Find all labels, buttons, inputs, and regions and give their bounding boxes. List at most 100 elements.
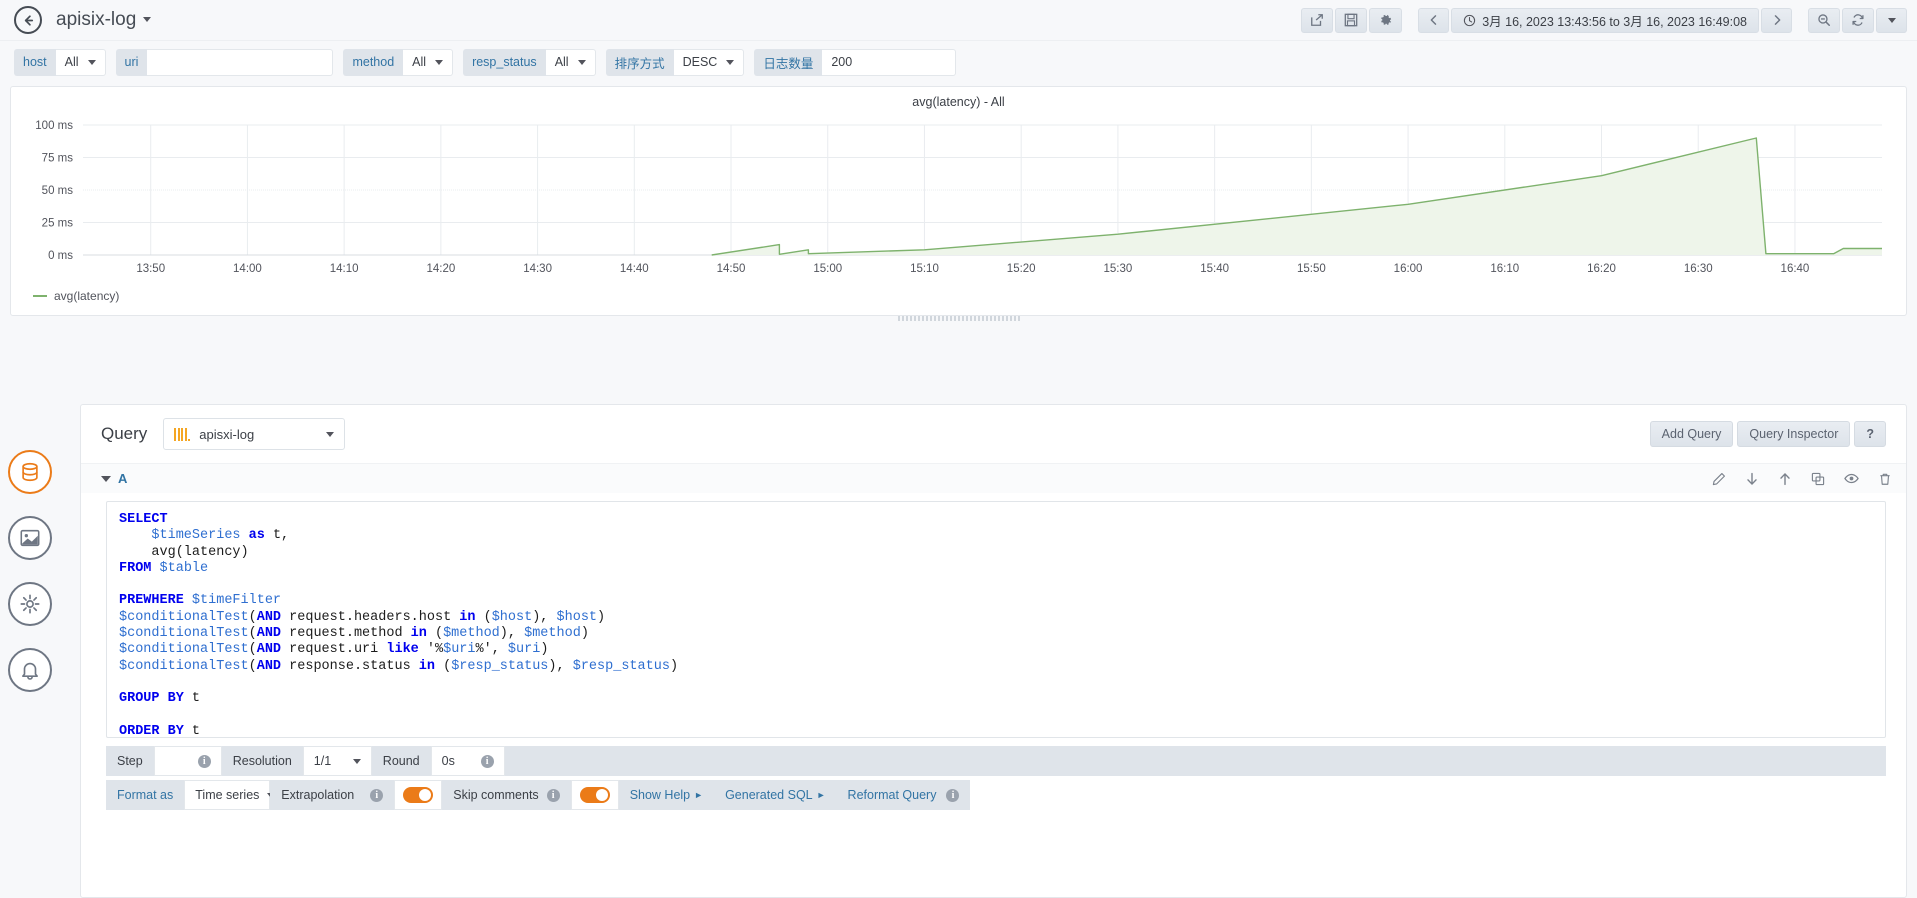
- duplicate-query-button[interactable]: [1811, 471, 1825, 486]
- copy-icon: [1811, 472, 1825, 485]
- back-button[interactable]: [14, 6, 42, 34]
- move-query-down-button[interactable]: [1745, 471, 1759, 486]
- resolution-select[interactable]: 1/1: [302, 746, 372, 776]
- sql-query-text: SELECT $timeSeries as t, avg(latency) FR…: [119, 512, 679, 738]
- graph-canvas[interactable]: 0 ms 25 ms 50 ms 75 ms 100 ms 13:50 14:00 14:10…: [11, 113, 1906, 293]
- extrapolation-toggle[interactable]: [403, 787, 434, 803]
- query-row-letter: A: [118, 471, 128, 486]
- template-variables-bar: host All uri method All resp_status All …: [0, 41, 1917, 83]
- graph-icon: [20, 529, 40, 547]
- reformat-query-button[interactable]: Reformat Query i: [836, 780, 971, 810]
- refresh-dashboard-button[interactable]: [1842, 7, 1874, 33]
- general-tab-button[interactable]: [8, 582, 52, 626]
- svg-text:16:00: 16:00: [1394, 263, 1423, 275]
- round-value: 0s: [441, 754, 455, 768]
- variable-log-count-input[interactable]: 200: [822, 48, 957, 76]
- dashboard-title-menu[interactable]: apisix-log: [56, 9, 152, 31]
- round-label: Round: [371, 746, 431, 776]
- svg-text:13:50: 13:50: [136, 263, 165, 275]
- datasource-picker[interactable]: apisxi-log: [163, 418, 346, 450]
- query-inspector-button[interactable]: Query Inspector: [1737, 421, 1851, 447]
- chevron-down-icon: [577, 59, 586, 65]
- move-query-up-button[interactable]: [1778, 471, 1792, 486]
- add-query-button[interactable]: Add Query: [1649, 421, 1734, 447]
- format-as-label: Format as: [106, 780, 185, 810]
- chevron-down-icon: [1887, 17, 1896, 23]
- pencil-icon: [1712, 472, 1725, 485]
- bell-icon: [22, 662, 38, 680]
- format-as-value: Time series: [195, 788, 260, 802]
- toggle-query-visibility-button[interactable]: [1844, 471, 1859, 486]
- panel-resize-handle[interactable]: [897, 316, 1020, 321]
- chevron-down-icon: [87, 59, 96, 65]
- top-navbar: apisix-log 3月 16, 2023 13:43:56 to 3月 16…: [0, 0, 1917, 41]
- skip-comments-toggle[interactable]: [579, 787, 610, 803]
- svg-text:0 ms: 0 ms: [48, 250, 73, 262]
- svg-text:100 ms: 100 ms: [35, 120, 73, 132]
- svg-text:50 ms: 50 ms: [42, 185, 74, 197]
- resolution-label: Resolution: [221, 746, 303, 776]
- collapse-query-toggle[interactable]: [101, 475, 111, 482]
- save-icon: [1344, 13, 1358, 27]
- refresh-interval-button[interactable]: [1876, 7, 1907, 33]
- editor-header-actions: Add Query Query Inspector ?: [1649, 421, 1886, 447]
- variable-resp-status-select[interactable]: All: [545, 48, 596, 76]
- time-shift-back-button[interactable]: [1418, 7, 1450, 33]
- svg-text:16:30: 16:30: [1684, 263, 1713, 275]
- alert-tab-button[interactable]: [8, 648, 52, 692]
- time-shift-forward-button[interactable]: [1761, 7, 1792, 33]
- svg-text:14:10: 14:10: [330, 263, 359, 275]
- share-dashboard-button[interactable]: [1301, 7, 1334, 33]
- zoom-out-button[interactable]: [1808, 7, 1840, 33]
- svg-text:16:20: 16:20: [1587, 263, 1616, 275]
- step-input[interactable]: i: [153, 746, 222, 776]
- info-icon[interactable]: i: [197, 754, 211, 768]
- panel-editor: Query apisxi-log Add Query Query Inspect…: [80, 404, 1907, 898]
- svg-text:14:40: 14:40: [620, 263, 649, 275]
- options-row-filler: [504, 746, 1886, 776]
- skip-comments-toggle-wrap: [570, 780, 619, 810]
- time-picker-group: 3月 16, 2023 13:43:56 to 3月 16, 2023 16:4…: [1416, 7, 1792, 33]
- help-button[interactable]: ?: [1854, 421, 1886, 447]
- variable-method-select[interactable]: All: [403, 48, 454, 76]
- chevron-left-icon: [1430, 15, 1436, 25]
- info-icon[interactable]: i: [946, 788, 960, 802]
- graph-panel: avg(latency) - All 0 ms 25 ms 50 ms 75 ms 10…: [10, 86, 1907, 321]
- variable-host: host All: [14, 48, 106, 76]
- sql-editor[interactable]: SELECT $timeSeries as t, avg(latency) FR…: [106, 501, 1886, 738]
- variable-method-label: method: [343, 48, 404, 76]
- remove-query-button[interactable]: [1878, 471, 1892, 486]
- show-help-button[interactable]: Show Help ►: [618, 780, 715, 810]
- queries-tab-button[interactable]: [8, 450, 52, 494]
- database-icon: [22, 462, 38, 482]
- chevron-down-icon: [352, 758, 361, 764]
- query-options-row-2: Format as Time series Extrapolation i Sk…: [106, 780, 1886, 810]
- svg-text:25 ms: 25 ms: [42, 218, 74, 230]
- variable-sort-order-select[interactable]: DESC: [673, 48, 745, 76]
- variable-host-select[interactable]: All: [55, 48, 106, 76]
- svg-text:15:30: 15:30: [1104, 263, 1133, 275]
- variable-uri-input[interactable]: [147, 48, 334, 76]
- svg-text:14:50: 14:50: [717, 263, 746, 275]
- info-icon[interactable]: i: [546, 788, 560, 802]
- legend-series-label: avg(latency): [54, 289, 120, 303]
- svg-text:75 ms: 75 ms: [42, 153, 74, 165]
- info-icon[interactable]: i: [480, 754, 494, 768]
- edit-query-button[interactable]: [1712, 471, 1726, 486]
- visualization-tab-button[interactable]: [8, 516, 52, 560]
- save-dashboard-button[interactable]: [1335, 7, 1368, 33]
- dashboard-settings-button[interactable]: [1369, 7, 1403, 33]
- editor-tab-rail: [8, 450, 52, 692]
- generated-sql-button[interactable]: Generated SQL ►: [714, 780, 837, 810]
- variable-resp-status-value: All: [554, 55, 569, 69]
- time-range-picker[interactable]: 3月 16, 2023 13:43:56 to 3月 16, 2023 16:4…: [1451, 7, 1759, 33]
- eye-icon: [1844, 473, 1859, 484]
- share-icon: [1311, 14, 1324, 26]
- round-input[interactable]: 0s i: [430, 746, 505, 776]
- chevron-down-icon: [143, 17, 152, 23]
- skip-comments-label: Skip comments i: [442, 780, 571, 810]
- sliders-icon: [20, 594, 40, 614]
- info-icon[interactable]: i: [370, 788, 384, 802]
- format-as-select[interactable]: Time series: [184, 780, 276, 810]
- svg-text:14:00: 14:00: [233, 263, 262, 275]
